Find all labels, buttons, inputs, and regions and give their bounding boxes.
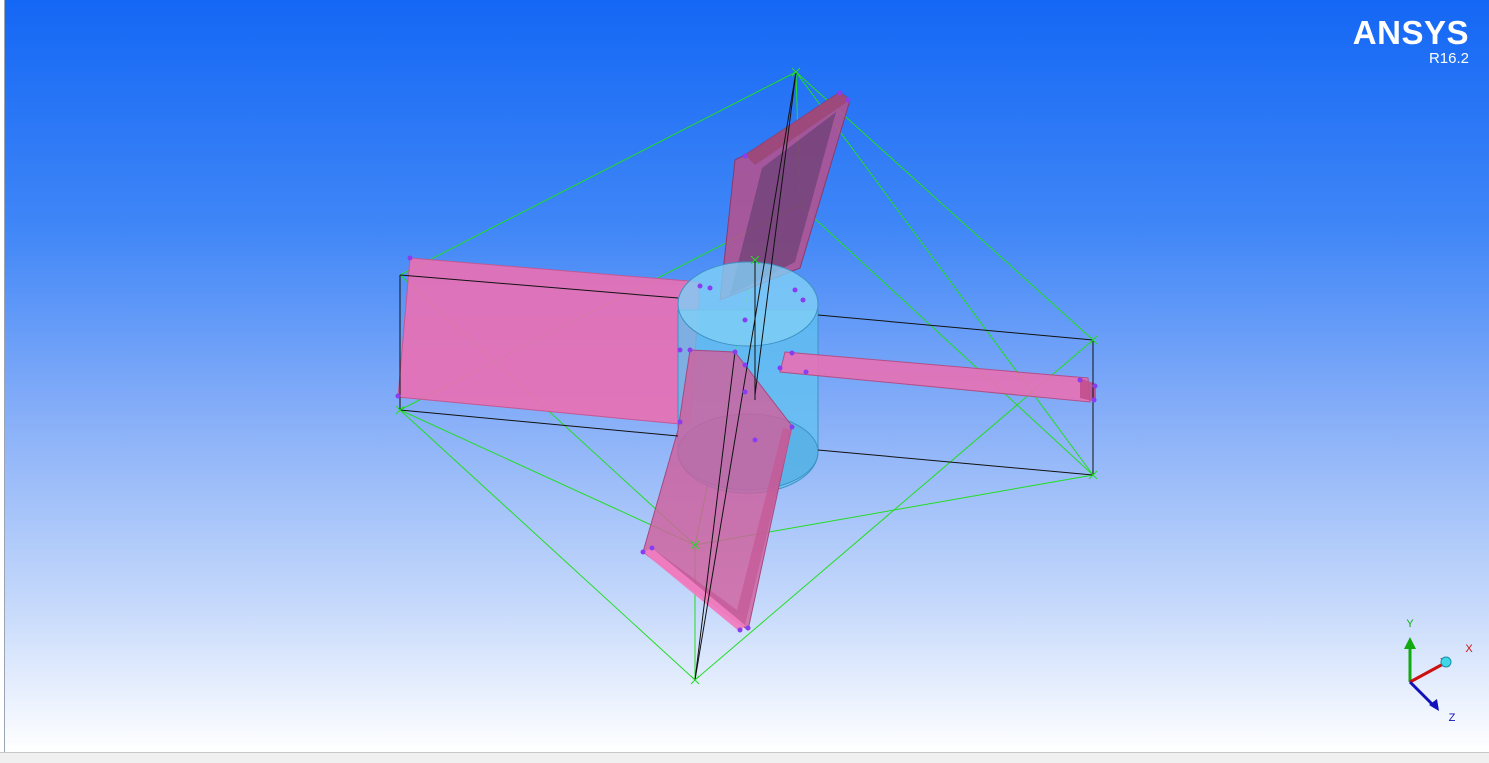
right-bar[interactable]: [779, 351, 1096, 403]
x-axis-label: X: [1465, 643, 1473, 655]
left-plate[interactable]: [397, 257, 701, 426]
model-scene[interactable]: [5, 0, 1489, 752]
z-axis-arrow: [1408, 680, 1437, 709]
product-name: ANSYS: [1352, 14, 1469, 51]
graphics-viewport[interactable]: ANSYS R16.2 Y X Z: [5, 0, 1489, 752]
isometric-view-ball[interactable]: [1440, 656, 1452, 668]
y-axis-head: [1404, 637, 1416, 649]
orientation-triad[interactable]: Y X Z: [1385, 615, 1475, 725]
x-axis-arrow: [1409, 661, 1446, 684]
viewport-bottom-border: [0, 752, 1489, 763]
z-axis-label: Z: [1449, 712, 1456, 724]
ansys-logo: ANSYS R16.2: [1353, 16, 1469, 68]
product-version: R16.2: [1428, 50, 1469, 67]
y-axis-label: Y: [1406, 618, 1414, 630]
